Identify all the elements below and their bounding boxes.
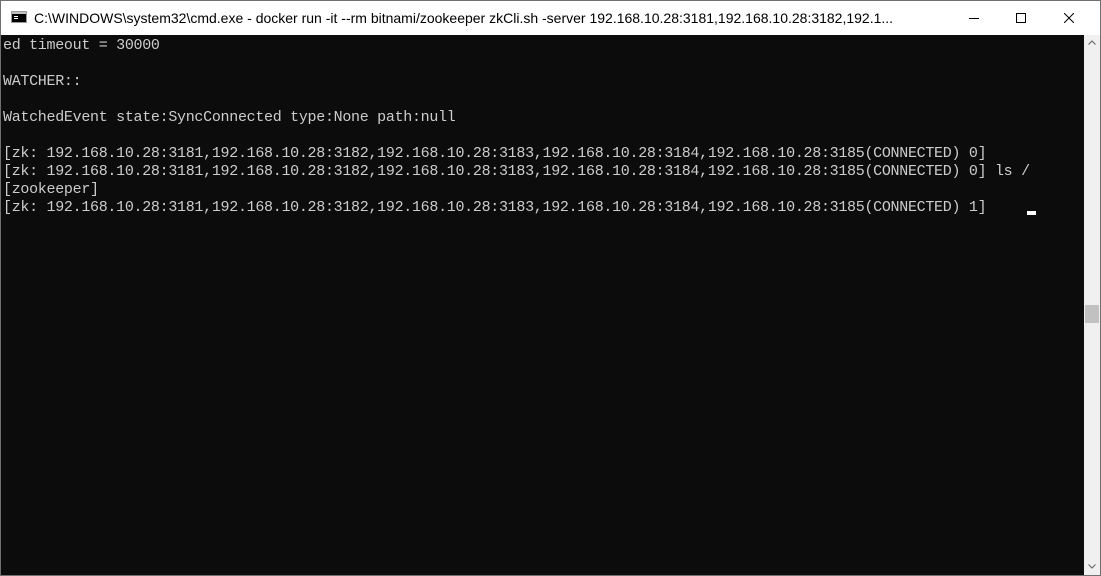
console-line: WATCHER:: bbox=[3, 73, 82, 90]
console-line: ed timeout = 30000 bbox=[3, 37, 160, 54]
scroll-up-button[interactable] bbox=[1084, 35, 1100, 51]
scroll-down-button[interactable] bbox=[1084, 559, 1100, 575]
console-output[interactable]: ed timeout = 30000 WATCHER:: WatchedEven… bbox=[1, 35, 1084, 575]
maximize-icon bbox=[1016, 13, 1026, 23]
cmd-window: C:\WINDOWS\system32\cmd.exe - docker run… bbox=[0, 0, 1101, 576]
text-cursor bbox=[1027, 211, 1036, 215]
title-bar[interactable]: C:\WINDOWS\system32\cmd.exe - docker run… bbox=[1, 1, 1100, 35]
chevron-down-icon bbox=[1088, 564, 1096, 569]
minimize-icon bbox=[969, 18, 979, 19]
console-line: [zookeeper] bbox=[3, 181, 99, 198]
close-icon bbox=[1064, 13, 1074, 23]
minimize-button[interactable] bbox=[951, 1, 997, 35]
console-line: [zk: 192.168.10.28:3181,192.168.10.28:31… bbox=[3, 199, 987, 216]
close-button[interactable] bbox=[1046, 1, 1092, 35]
cmd-icon[interactable] bbox=[11, 11, 27, 23]
window-title: C:\WINDOWS\system32\cmd.exe - docker run… bbox=[34, 10, 894, 26]
scroll-thumb[interactable] bbox=[1085, 305, 1099, 323]
console-line: WatchedEvent state:SyncConnected type:No… bbox=[3, 109, 456, 126]
vertical-scrollbar[interactable] bbox=[1084, 35, 1100, 575]
console-line: [zk: 192.168.10.28:3181,192.168.10.28:31… bbox=[3, 145, 987, 162]
maximize-button[interactable] bbox=[998, 1, 1044, 35]
console-line: [zk: 192.168.10.28:3181,192.168.10.28:31… bbox=[3, 163, 1030, 180]
chevron-up-icon bbox=[1088, 40, 1096, 45]
